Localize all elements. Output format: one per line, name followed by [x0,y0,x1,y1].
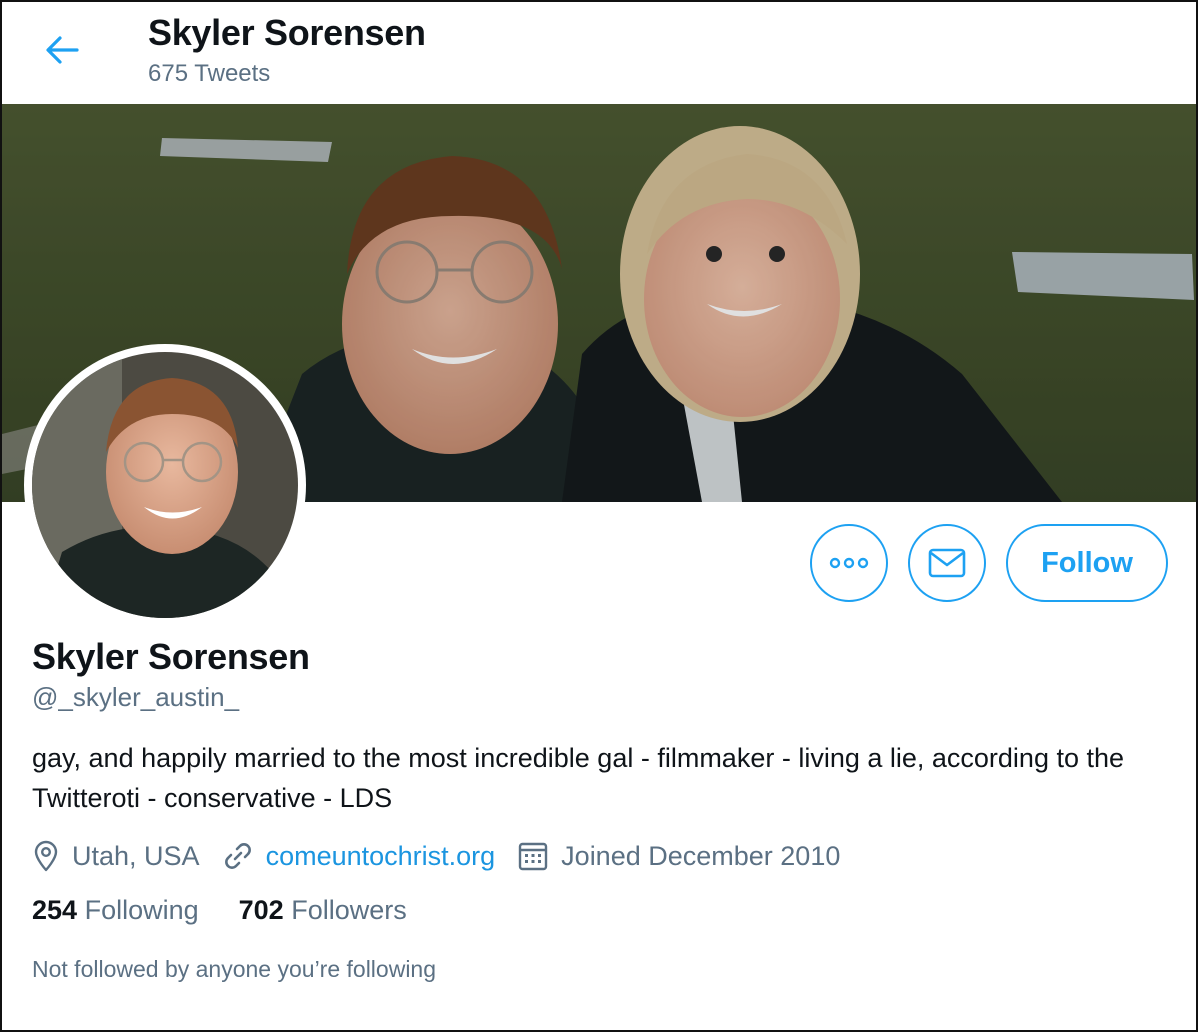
followers-label: Followers [291,895,407,925]
message-button[interactable] [908,524,986,602]
profile-header: Skyler Sorensen 675 Tweets [2,2,1196,104]
more-icon [829,557,869,569]
mail-icon [928,548,966,578]
profile-bio: gay, and happily married to the most inc… [32,743,1125,813]
follow-button[interactable]: Follow [1006,524,1168,602]
profile-name: Skyler Sorensen [32,636,310,677]
link-icon [224,843,251,869]
joined-text: Joined December 2010 [561,840,841,871]
following-label: Following [84,895,199,925]
website-item: comeuntochrist.org [222,840,496,872]
social-context-note: Not followed by anyone you’re following [32,956,437,982]
profile-page: Skyler Sorensen 675 Tweets Follow Skyler… [0,0,1198,1032]
joined-item: Joined December 2010 [517,840,840,872]
following-link[interactable]: 254 Following [32,895,199,926]
location-text: Utah, USA [72,840,200,871]
following-count: 254 [32,895,78,925]
website-link[interactable]: comeuntochrist.org [266,841,496,872]
calendar-icon [518,842,548,871]
location-pin-icon [34,840,58,872]
location-item: Utah, USA [32,840,200,872]
avatar[interactable] [24,344,306,626]
profile-handle: @_skyler_austin_ [32,682,240,712]
followers-count: 702 [238,895,284,925]
followers-link[interactable]: 702 Followers [239,895,407,926]
back-button[interactable] [32,24,92,76]
avatar-photo [32,352,298,618]
profile-stats: 254 Following 702 Followers [32,895,447,926]
profile-meta: Utah, USA comeuntochrist.org Joined Dece… [32,836,862,876]
more-button[interactable] [810,524,888,602]
header-tweet-count: 675 Tweets [148,60,271,87]
arrow-left-icon [46,36,79,64]
header-title: Skyler Sorensen [148,12,426,53]
